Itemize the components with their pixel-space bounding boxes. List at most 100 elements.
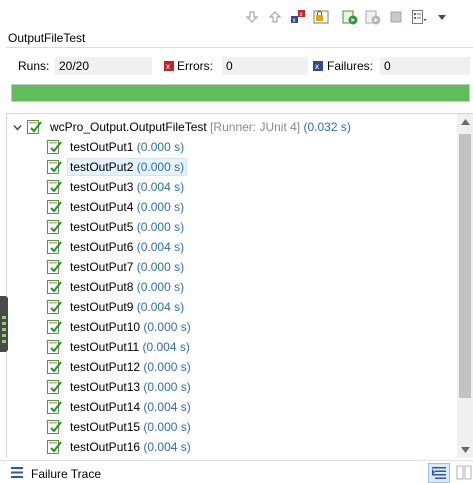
test-ok-icon [47,159,63,175]
tree-test-row[interactable]: testOutPut5 (0.000 s) [47,217,186,237]
scroll-up-arrow[interactable] [457,114,473,130]
failures-value: 0 [380,57,470,75]
filter-stack-icon [432,467,446,479]
next-failure-button[interactable] [242,7,262,27]
test-name: testOutPut10 [70,320,141,334]
test-ok-icon [47,439,63,455]
progress-bar [11,84,470,102]
tree-test-row[interactable]: testOutPut1 (0.000 s) [47,137,186,157]
tree-test-row[interactable]: testOutPut16 (0.004 s) [47,437,193,457]
test-name: testOutPut13 [70,380,141,394]
error-icon: x [164,61,174,71]
test-ok-icon [47,419,63,435]
test-suite-ok-icon [27,119,43,135]
test-row-text: testOutPut9 (0.004 s) [68,299,186,315]
test-ok-icon [47,319,63,335]
test-ok-icon [47,219,63,235]
tree-test-row[interactable]: testOutPut6 (0.004 s) [47,237,186,257]
test-name: testOutPut8 [70,280,134,294]
test-run-history-button[interactable] [409,7,429,27]
test-ok-icon [47,399,63,415]
scroll-lock-icon [313,10,329,24]
test-time: (0.000 s) [136,160,185,174]
test-row-text: testOutPut6 (0.004 s) [68,239,186,255]
show-failures-only-button[interactable]: x x [288,7,308,27]
test-ok-icon [47,379,63,395]
title-divider [6,47,473,48]
test-name: testOutPut2 [70,160,134,174]
failure-trace-bar: Failure Trace [0,460,473,483]
test-ok-icon [47,279,63,295]
scroll-lock-button[interactable] [311,7,331,27]
test-time: (0.004 s) [142,340,190,354]
test-tree[interactable]: wcPro_Output.OutputFileTest [Runner: JUn… [6,113,473,458]
test-time: (0.000 s) [136,280,185,294]
errors-value: 0 [222,57,308,75]
test-time: (0.000 s) [143,320,191,334]
test-time: (0.000 s) [136,140,185,154]
counter-panel: Runs: 20/20 x Errors: 0 x Failures: 0 [0,57,473,75]
test-row-text: testOutPut13 (0.000 s) [68,379,193,395]
stop-button[interactable] [386,7,406,27]
side-drag-handle[interactable] [0,296,8,352]
tree-test-row[interactable]: testOutPut10 (0.000 s) [47,317,193,337]
test-name: testOutPut3 [70,180,134,194]
test-row-text: testOutPut7 (0.000 s) [68,259,186,275]
test-time: (0.000 s) [136,200,185,214]
compare-result-icon[interactable] [456,465,472,481]
tree-root-row[interactable]: wcPro_Output.OutputFileTest [Runner: JUn… [12,117,353,137]
runs-label: Runs: [18,59,50,73]
test-row-text: testOutPut15 (0.000 s) [68,419,193,435]
svg-text:x: x [299,11,303,18]
test-ok-icon [47,199,63,215]
tree-test-row[interactable]: testOutPut13 (0.000 s) [47,377,193,397]
test-name: testOutPut5 [70,220,134,234]
vertical-scrollbar[interactable] [457,114,473,458]
test-row-text: testOutPut16 (0.004 s) [68,439,193,455]
tree-test-row[interactable]: testOutPut12 (0.000 s) [47,357,193,377]
test-name: testOutPut11 [70,340,140,354]
tree-test-row[interactable]: testOutPut11 (0.004 s) [47,337,192,357]
tree-test-row[interactable]: testOutPut4 (0.000 s) [47,197,186,217]
tree-test-row[interactable]: testOutPut7 (0.000 s) [47,257,186,277]
scroll-down-arrow[interactable] [457,442,473,458]
tree-test-row[interactable]: testOutPut9 (0.004 s) [47,297,186,317]
rerun-failed-first-button[interactable] [363,7,383,27]
test-name: testOutPut14 [70,400,141,414]
test-row-text: testOutPut10 (0.000 s) [68,319,193,335]
test-row-text: testOutPut12 (0.000 s) [68,359,193,375]
test-ok-icon [47,139,63,155]
test-time: (0.000 s) [143,380,191,394]
junit-view: x x OutputFileTest Runs: 20/20 x Errors:… [0,0,473,483]
test-row-text: testOutPut14 (0.004 s) [68,399,193,415]
stop-icon [390,11,402,23]
tree-test-row[interactable]: testOutPut14 (0.004 s) [47,397,193,417]
chevron-down-icon[interactable] [12,122,23,133]
rerun-test-icon [342,10,358,25]
previous-failure-button[interactable] [265,7,285,27]
test-ok-icon [47,359,63,375]
failure-trace-label: Failure Trace [31,467,102,481]
rerun-failed-first-icon [365,10,381,25]
tree-root-text: wcPro_Output.OutputFileTest [Runner: JUn… [48,119,353,135]
runs-value: 20/20 [55,57,152,75]
test-ok-icon [47,299,63,315]
test-time: (0.004 s) [143,440,191,454]
test-row-text: testOutPut11 (0.004 s) [68,339,192,355]
tree-test-row[interactable]: testOutPut15 (0.000 s) [47,417,193,437]
show-failures-only-icon: x x [291,10,305,24]
test-row-text: testOutPut4 (0.000 s) [68,199,186,215]
filter-stack-trace-button[interactable] [428,463,450,483]
tree-test-row[interactable]: testOutPut8 (0.000 s) [47,277,186,297]
test-name: testOutPut4 [70,200,134,214]
rerun-test-button[interactable] [340,7,360,27]
test-name: testOutPut12 [70,360,141,374]
test-ok-icon [47,239,63,255]
tree-test-row[interactable]: testOutPut2 (0.000 s) [47,157,188,177]
previous-failure-icon [268,11,282,23]
tree-test-row[interactable]: testOutPut3 (0.004 s) [47,177,186,197]
scrollbar-thumb[interactable] [459,134,471,398]
view-menu-button[interactable] [432,7,452,27]
view-menu-icon [438,15,446,20]
test-run-history-icon [412,10,427,24]
